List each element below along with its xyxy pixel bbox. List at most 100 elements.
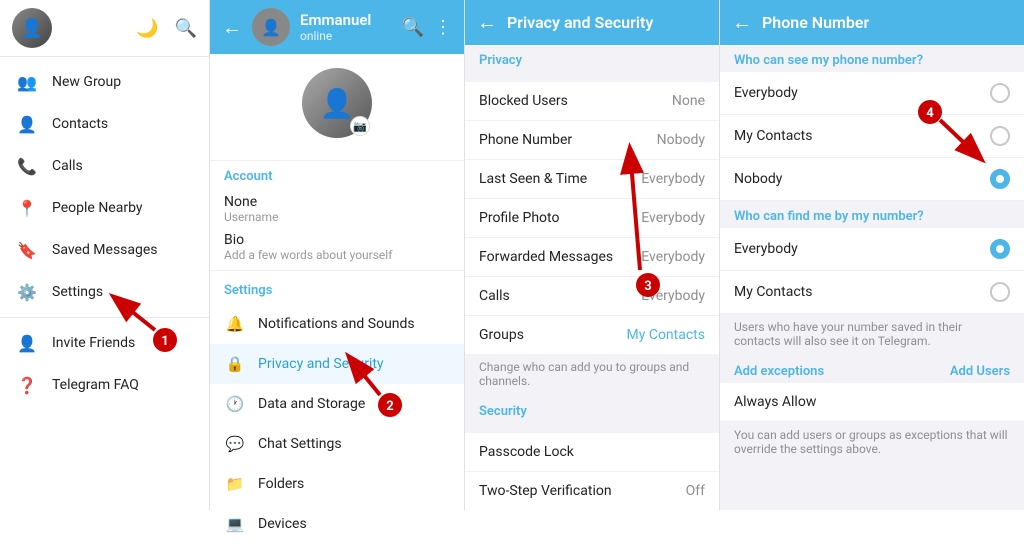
forwarded-messages-value: Everybody bbox=[641, 249, 705, 265]
who-can-see-header: Who can see my phone number? bbox=[720, 45, 1024, 72]
chat-settings-item[interactable]: 💬 Chat Settings bbox=[210, 424, 464, 464]
profile-status: online bbox=[300, 29, 392, 43]
more-icon[interactable]: ⋮ bbox=[434, 17, 452, 38]
calls-value: Everybody bbox=[641, 288, 705, 304]
sidebar-item-settings[interactable]: ⚙️ Settings bbox=[0, 271, 209, 313]
chat-settings-label: Chat Settings bbox=[258, 436, 342, 452]
phone-number-panel: ← Phone Number Who can see my phone numb… bbox=[720, 0, 1024, 510]
find-my-contacts-row[interactable]: My Contacts bbox=[720, 271, 1024, 314]
calls-row[interactable]: Calls Everybody bbox=[465, 277, 719, 316]
groups-row[interactable]: Groups My Contacts bbox=[465, 316, 719, 354]
sidebar-item-faq[interactable]: ❓ Telegram FAQ bbox=[0, 364, 209, 406]
exceptions-note: You can add users or groups as exception… bbox=[720, 422, 1024, 466]
two-step-value: Off bbox=[686, 483, 705, 499]
sidebar: 👤 🌙 🔍 👥 New Group 👤 Contacts 📞 Calls 📍 P… bbox=[0, 0, 210, 510]
privacy-icon: 🔒 bbox=[224, 353, 246, 375]
profile-avatar: 👤 bbox=[252, 8, 290, 46]
security-rows: Passcode Lock Two-Step Verification Off … bbox=[465, 433, 719, 510]
see-nobody-radio[interactable] bbox=[990, 169, 1010, 189]
settings-section-title: Settings bbox=[210, 279, 464, 304]
groups-note: Change who can add you to groups and cha… bbox=[465, 354, 719, 396]
two-step-label: Two-Step Verification bbox=[479, 483, 612, 499]
always-allow-label: Always Allow bbox=[734, 394, 816, 410]
search-icon[interactable]: 🔍 bbox=[175, 18, 197, 39]
sidebar-item-calls[interactable]: 📞 Calls bbox=[0, 145, 209, 187]
privacy-header: ← Privacy and Security bbox=[465, 0, 719, 45]
passcode-lock-label: Passcode Lock bbox=[479, 444, 574, 460]
sidebar-item-label: Settings bbox=[52, 284, 103, 300]
last-seen-row[interactable]: Last Seen & Time Everybody bbox=[465, 160, 719, 199]
big-avatar: 👤 📷 bbox=[302, 68, 372, 138]
find-options: Everybody My Contacts bbox=[720, 228, 1024, 314]
phone-number-label: Phone Number bbox=[479, 132, 572, 148]
sidebar-item-label: Telegram FAQ bbox=[52, 377, 139, 393]
find-everybody-row[interactable]: Everybody bbox=[720, 228, 1024, 271]
data-storage-item[interactable]: 🕐 Data and Storage bbox=[210, 384, 464, 424]
folders-item[interactable]: 📁 Folders bbox=[210, 464, 464, 504]
sidebar-item-invite-friends[interactable]: 👤 Invite Friends bbox=[0, 322, 209, 364]
find-everybody-label: Everybody bbox=[734, 241, 798, 257]
see-my-contacts-row[interactable]: My Contacts bbox=[720, 115, 1024, 158]
invite-friends-icon: 👤 bbox=[16, 332, 38, 354]
data-icon: 🕐 bbox=[224, 393, 246, 415]
saved-messages-icon: 🔖 bbox=[16, 239, 38, 261]
settings-icon: ⚙️ bbox=[16, 281, 38, 303]
chat-header: ← 👤 Emmanuel online 🔍 ⋮ bbox=[210, 0, 464, 54]
two-step-row[interactable]: Two-Step Verification Off bbox=[465, 472, 719, 510]
groups-value: My Contacts bbox=[627, 327, 705, 343]
profile-photo-row[interactable]: Profile Photo Everybody bbox=[465, 199, 719, 238]
notifications-item[interactable]: 🔔 Notifications and Sounds bbox=[210, 304, 464, 344]
camera-icon[interactable]: 📷 bbox=[350, 116, 370, 136]
folders-icon: 📁 bbox=[224, 473, 246, 495]
sidebar-header: 👤 🌙 🔍 bbox=[0, 0, 209, 57]
profile-section: 👤 📷 bbox=[210, 54, 464, 161]
search-header-icon[interactable]: 🔍 bbox=[402, 17, 424, 38]
settings-section: Settings 🔔 Notifications and Sounds 🔒 Pr… bbox=[210, 271, 464, 544]
see-everybody-radio[interactable] bbox=[990, 83, 1010, 103]
privacy-security-item[interactable]: 🔒 Privacy and Security bbox=[210, 344, 464, 384]
phone-number-value: Nobody bbox=[657, 132, 705, 148]
faq-icon: ❓ bbox=[16, 374, 38, 396]
see-my-contacts-radio[interactable] bbox=[990, 126, 1010, 146]
sidebar-item-people-nearby[interactable]: 📍 People Nearby bbox=[0, 187, 209, 229]
phone-back-button[interactable]: ← bbox=[732, 10, 752, 35]
add-users-link[interactable]: Add Users bbox=[950, 364, 1010, 379]
bio-row: Bio Add a few words about yourself bbox=[224, 228, 450, 266]
devices-label: Devices bbox=[258, 516, 307, 532]
add-exceptions-title: Add exceptions bbox=[734, 364, 824, 379]
last-seen-label: Last Seen & Time bbox=[479, 171, 587, 187]
sidebar-item-label: Calls bbox=[52, 158, 83, 174]
last-seen-value: Everybody bbox=[641, 171, 705, 187]
bio-title: Bio bbox=[224, 232, 450, 248]
sidebar-item-label: Saved Messages bbox=[52, 242, 158, 258]
see-nobody-label: Nobody bbox=[734, 171, 782, 187]
privacy-back-button[interactable]: ← bbox=[477, 10, 497, 35]
see-everybody-row[interactable]: Everybody bbox=[720, 72, 1024, 115]
moon-icon[interactable]: 🌙 bbox=[136, 18, 158, 39]
passcode-lock-row[interactable]: Passcode Lock bbox=[465, 433, 719, 472]
phone-number-row[interactable]: Phone Number Nobody bbox=[465, 121, 719, 160]
find-everybody-radio[interactable] bbox=[990, 239, 1010, 259]
settings-panel: ← 👤 Emmanuel online 🔍 ⋮ 👤 📷 Account None… bbox=[210, 0, 465, 510]
profile-info: Emmanuel online bbox=[300, 11, 392, 43]
find-my-contacts-radio[interactable] bbox=[990, 282, 1010, 302]
devices-icon: 💻 bbox=[224, 513, 246, 535]
data-storage-label: Data and Storage bbox=[258, 396, 365, 412]
sidebar-item-contacts[interactable]: 👤 Contacts bbox=[0, 103, 209, 145]
blocked-users-value: None bbox=[672, 93, 705, 109]
forwarded-messages-row[interactable]: Forwarded Messages Everybody bbox=[465, 238, 719, 277]
forwarded-messages-label: Forwarded Messages bbox=[479, 249, 613, 265]
find-note: Users who have your number saved in thei… bbox=[720, 314, 1024, 356]
see-my-contacts-label: My Contacts bbox=[734, 128, 812, 144]
back-button[interactable]: ← bbox=[222, 15, 242, 40]
profile-photo-label: Profile Photo bbox=[479, 210, 559, 226]
sidebar-item-new-group[interactable]: 👥 New Group bbox=[0, 61, 209, 103]
username-row: None Username bbox=[224, 190, 450, 228]
see-nobody-row[interactable]: Nobody bbox=[720, 158, 1024, 201]
see-options: Everybody My Contacts Nobody bbox=[720, 72, 1024, 201]
sidebar-item-saved-messages[interactable]: 🔖 Saved Messages bbox=[0, 229, 209, 271]
devices-item[interactable]: 💻 Devices bbox=[210, 504, 464, 544]
sidebar-menu: 👥 New Group 👤 Contacts 📞 Calls 📍 People … bbox=[0, 57, 209, 510]
username-label: Username bbox=[224, 210, 450, 224]
blocked-users-row[interactable]: Blocked Users None bbox=[465, 82, 719, 121]
